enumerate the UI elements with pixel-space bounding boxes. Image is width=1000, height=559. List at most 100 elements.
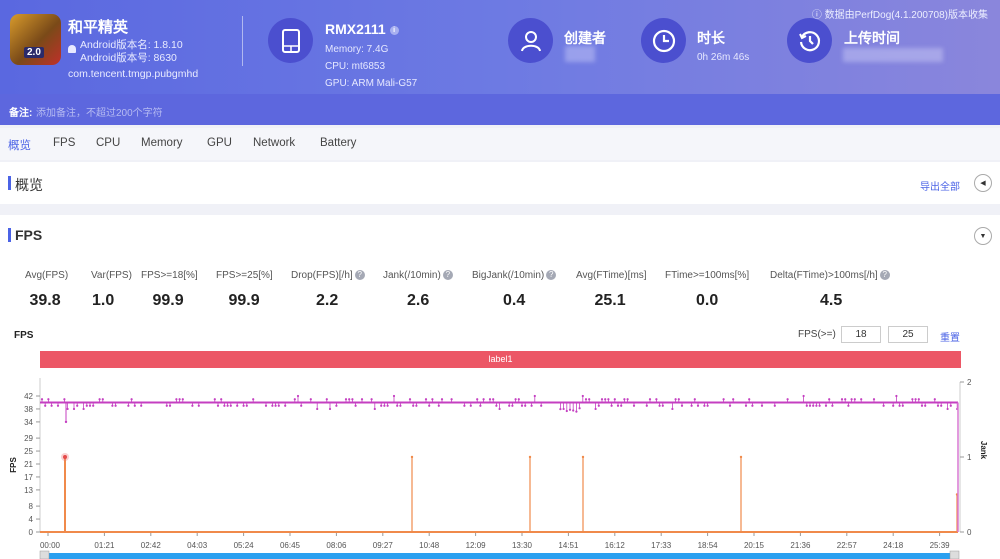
zoom-scrollbar [40, 553, 958, 559]
tab-cpu[interactable]: CPU [96, 137, 120, 149]
tab-gpu[interactable]: GPU [207, 137, 232, 149]
tab-memory[interactable]: Memory [141, 137, 183, 149]
section-marker [8, 176, 11, 190]
fps-point [63, 398, 66, 401]
x-tick-label: 12:09 [466, 541, 487, 550]
metric-label: FPS>=18[%] [141, 270, 198, 281]
fps-point [722, 398, 725, 401]
fps-point [399, 404, 402, 407]
fps-point [44, 404, 47, 407]
device-cpu: CPU: mt6853 [325, 61, 386, 72]
fps-point [450, 398, 453, 401]
y-tick-label: 0 [29, 528, 34, 537]
fps-point [101, 398, 104, 401]
fps-point [428, 404, 431, 407]
fps-point [479, 404, 482, 407]
fps-point [575, 410, 578, 413]
jank-point [581, 455, 585, 459]
x-tick-label: 01:21 [94, 541, 115, 550]
jank-point [739, 455, 743, 459]
x-tick-label: 21:36 [790, 541, 811, 550]
fps-point [72, 407, 76, 411]
metric-value: 1.0 [92, 292, 115, 309]
export-all-link[interactable]: 导出全部 [920, 178, 960, 193]
fps-point [568, 408, 572, 411]
help-icon[interactable]: ? [546, 270, 557, 281]
help-icon[interactable]: ? [442, 270, 453, 281]
fps-point [392, 394, 396, 398]
metric-value: 99.9 [228, 292, 260, 309]
fps-point [373, 407, 376, 411]
fps-point [828, 398, 831, 401]
android-icon [68, 45, 76, 53]
fps-point [354, 404, 357, 407]
reset-button[interactable]: 重置 [940, 329, 960, 344]
metric-label: FTime>=100ms[%] [665, 270, 750, 281]
fps-point [924, 404, 927, 407]
x-tick-label: 04:03 [187, 541, 208, 550]
fps-point [482, 398, 485, 401]
fps-chart[interactable]: 0 4 8 13 17 21 25 29 34 38 42 0 1 2 FPS Jank 00:00 01:21 0… [0, 370, 1000, 559]
section-marker [8, 228, 11, 242]
remark-input[interactable]: 添加备注，不超过200个字符 [36, 104, 163, 119]
y-tick-label: 13 [24, 486, 33, 495]
fps-point [440, 398, 444, 401]
app-icon: 2.0 [10, 14, 61, 65]
remark-label: 备注: [9, 108, 33, 119]
fps-point [396, 404, 399, 407]
tab-battery[interactable]: Battery [320, 137, 356, 149]
fps-point [562, 407, 565, 411]
info-icon[interactable]: i [389, 25, 399, 35]
x-tick-label: 17:33 [651, 541, 672, 550]
fps-point [344, 398, 348, 401]
fps-point [130, 398, 133, 401]
metric-label: BigJank(/10min)? [472, 270, 557, 281]
upload-title: 上传时间 [844, 30, 900, 46]
creator-title: 创建者 [564, 30, 606, 46]
fps-point [914, 398, 917, 401]
metric-value: 2.2 [316, 292, 339, 309]
fps-point [626, 398, 629, 401]
fps-point [348, 398, 351, 401]
y2-tick-label: 0 [967, 528, 972, 537]
fps-point [213, 398, 216, 401]
fps-threshold-high-input[interactable] [888, 326, 928, 343]
tab-network[interactable]: Network [253, 137, 295, 149]
fps-point [274, 404, 277, 407]
tab-fps[interactable]: FPS [53, 137, 75, 149]
x-tick-label: 22:57 [837, 541, 858, 550]
fps-point [181, 398, 184, 401]
collapse-down-button[interactable]: ▼ [974, 227, 992, 245]
fps-point [463, 404, 466, 407]
history-icon [787, 18, 832, 63]
fps-point [191, 404, 194, 407]
help-icon[interactable]: ? [879, 270, 890, 281]
fps-point [786, 398, 789, 401]
fps-point [671, 407, 674, 411]
fps-point [648, 398, 652, 401]
help-icon[interactable]: ? [354, 270, 365, 281]
fps-point [424, 398, 428, 401]
fps-point [431, 398, 434, 401]
fps-point [127, 404, 130, 407]
fps-point [693, 398, 696, 401]
fps-point [223, 404, 226, 407]
fps-point [604, 398, 607, 401]
header-divider [242, 16, 243, 66]
fps-point [360, 398, 364, 401]
triangle-down-icon: ▼ [979, 232, 987, 240]
user-icon [508, 18, 553, 63]
metric-value: 99.9 [152, 292, 184, 309]
tab-overview[interactable]: 概览 [8, 137, 31, 153]
label-band[interactable]: label1 [40, 351, 961, 368]
fps-point [728, 404, 732, 407]
fps-point [901, 404, 904, 407]
fps-point [844, 398, 847, 401]
fps-point [85, 404, 88, 407]
collapse-left-button[interactable]: ◀ [974, 174, 992, 192]
fps-point [946, 407, 949, 411]
fps-point [111, 404, 114, 407]
y-tick-label: 8 [29, 502, 34, 511]
fps-threshold-low-input[interactable] [841, 326, 881, 343]
y-tick-label: 17 [24, 473, 33, 482]
